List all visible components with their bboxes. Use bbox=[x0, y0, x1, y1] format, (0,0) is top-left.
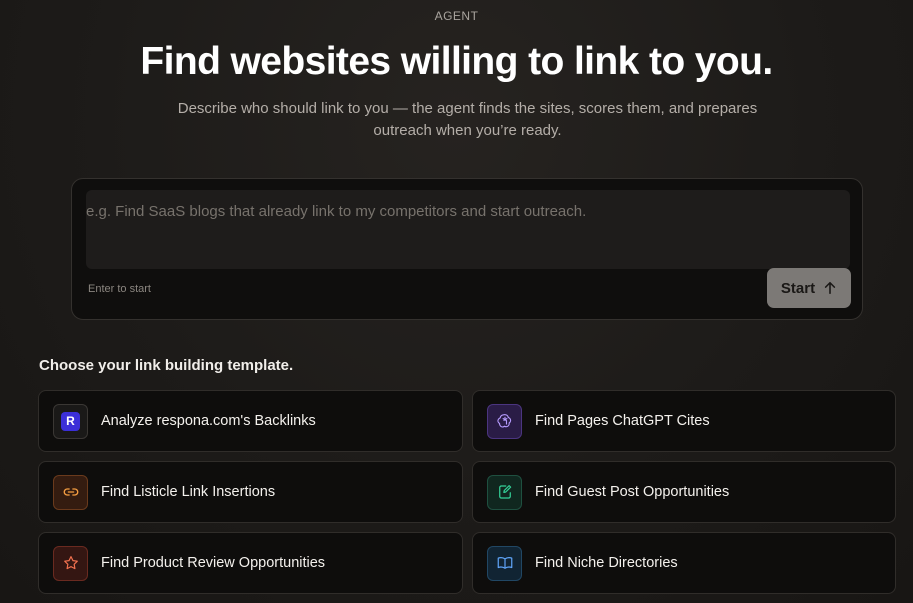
book-open-icon bbox=[487, 545, 522, 581]
prompt-input[interactable] bbox=[86, 190, 850, 269]
start-button-label: Start bbox=[780, 279, 816, 297]
template-grid: R Analyze respona.com's Backlinks Find P… bbox=[38, 390, 896, 594]
template-card-product-reviews[interactable]: Find Product Review Opportunities bbox=[38, 532, 463, 594]
templates-title: Choose your link building template. bbox=[39, 357, 294, 374]
page-title: Find websites willing to link to you. bbox=[140, 40, 773, 83]
openai-icon bbox=[487, 403, 522, 439]
respona-logo-icon: R bbox=[53, 403, 88, 439]
template-card-niche-directories[interactable]: Find Niche Directories bbox=[472, 532, 896, 594]
respona-logo-letter: R bbox=[61, 411, 80, 431]
template-card-label: Analyze respona.com's Backlinks bbox=[101, 413, 316, 429]
prompt-box: Enter to start Start bbox=[71, 178, 863, 320]
enter-hint: Enter to start bbox=[88, 283, 151, 295]
template-card-listicle-insertions[interactable]: Find Listicle Link Insertions bbox=[38, 461, 463, 523]
star-icon bbox=[53, 545, 88, 581]
template-card-label: Find Guest Post Opportunities bbox=[535, 484, 730, 500]
template-card-guest-posts[interactable]: Find Guest Post Opportunities bbox=[472, 461, 896, 523]
edit-document-icon bbox=[487, 474, 522, 510]
arrow-up-icon bbox=[824, 281, 836, 295]
template-card-label: Find Listicle Link Insertions bbox=[101, 484, 276, 500]
eyebrow-label: AGENT bbox=[434, 9, 479, 23]
link-icon bbox=[53, 474, 88, 510]
template-card-label: Find Niche Directories bbox=[535, 555, 678, 571]
template-card-label: Find Product Review Opportunities bbox=[101, 555, 326, 571]
template-card-chatgpt-cites[interactable]: Find Pages ChatGPT Cites bbox=[472, 390, 896, 452]
page-subtitle: Describe who should link to you — the ag… bbox=[177, 100, 758, 139]
template-card-label: Find Pages ChatGPT Cites bbox=[535, 413, 710, 429]
template-card-analyze-backlinks[interactable]: R Analyze respona.com's Backlinks bbox=[38, 390, 463, 452]
start-button[interactable]: Start bbox=[767, 268, 851, 308]
